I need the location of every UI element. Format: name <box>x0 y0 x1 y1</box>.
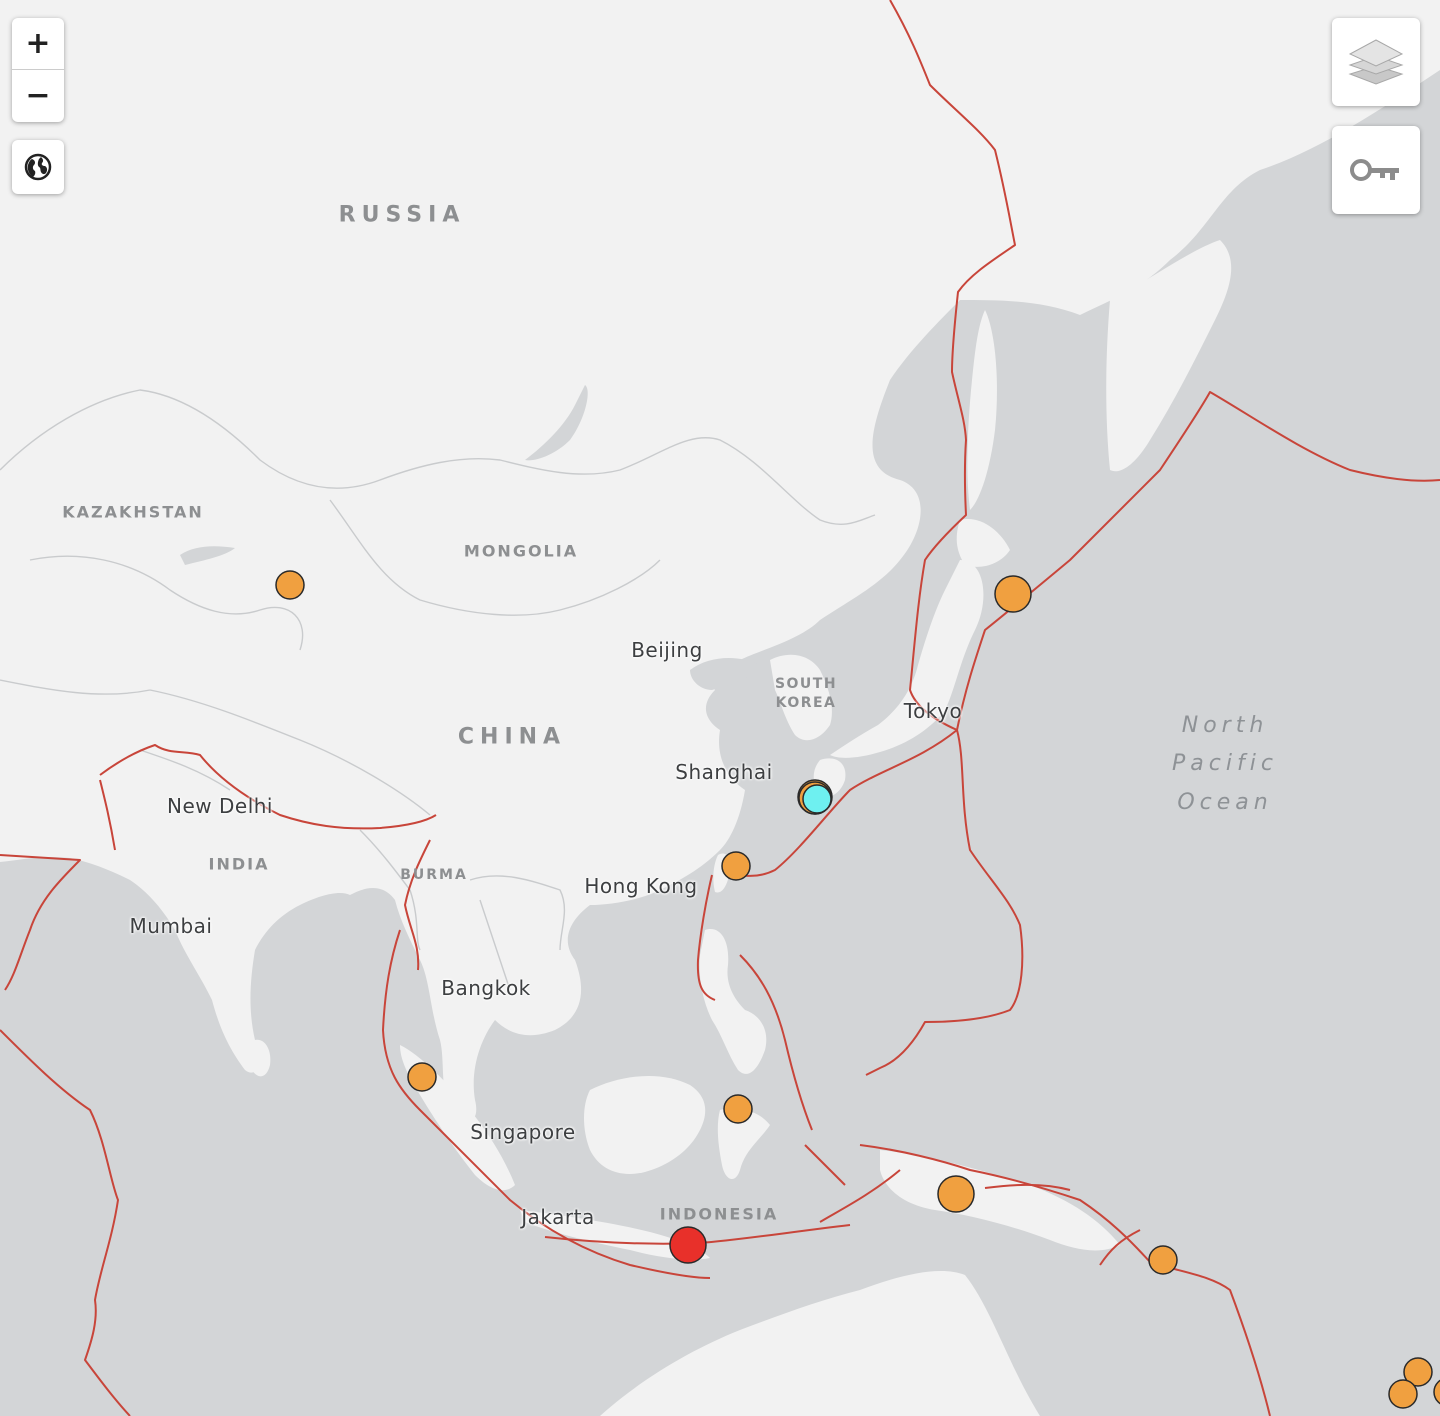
layers-button[interactable] <box>1332 18 1420 106</box>
earthquake-marker[interactable] <box>1148 1245 1178 1275</box>
map-view[interactable]: RUSSIA KAZAKHSTAN MONGOLIA CHINA SOUTH K… <box>0 0 1440 1416</box>
plate-boundary <box>382 929 711 1279</box>
key-icon <box>1350 159 1399 181</box>
earthquake-marker[interactable] <box>994 575 1032 613</box>
plate-boundary <box>0 1029 131 1416</box>
earthquake-marker[interactable] <box>1388 1379 1418 1409</box>
legend-button[interactable] <box>1332 126 1420 214</box>
plate-boundary <box>984 1183 1071 1191</box>
plate-boundary <box>99 744 437 830</box>
plate-boundary <box>696 874 716 1001</box>
earthquake-marker-significant[interactable] <box>669 1226 707 1264</box>
earthquake-marker[interactable] <box>407 1062 437 1092</box>
plate-boundary <box>956 391 1440 731</box>
zoom-in-button[interactable]: + <box>12 18 64 69</box>
plate-boundary <box>819 1169 901 1223</box>
zoom-out-button[interactable]: − <box>12 69 64 121</box>
earthquake-marker[interactable] <box>723 1094 753 1124</box>
plate-boundary <box>727 729 958 877</box>
world-view-button[interactable] <box>12 140 64 194</box>
zoom-control: + − <box>12 18 64 122</box>
plate-boundary <box>99 779 116 851</box>
earthquake-marker[interactable] <box>275 570 305 600</box>
plate-boundary <box>865 0 1024 1076</box>
plate-boundary <box>1099 1229 1141 1266</box>
layers-icon <box>1348 39 1404 85</box>
plate-boundary <box>404 839 431 971</box>
globe-icon <box>24 153 52 181</box>
earthquake-marker[interactable] <box>721 851 751 881</box>
plate-boundary <box>0 854 81 991</box>
plate-boundaries-layer <box>0 0 1440 1416</box>
plate-boundary <box>804 1144 846 1186</box>
plate-boundary <box>859 1144 1271 1416</box>
earthquake-marker[interactable] <box>937 1175 975 1213</box>
earthquake-marker-highlighted[interactable] <box>802 784 832 814</box>
